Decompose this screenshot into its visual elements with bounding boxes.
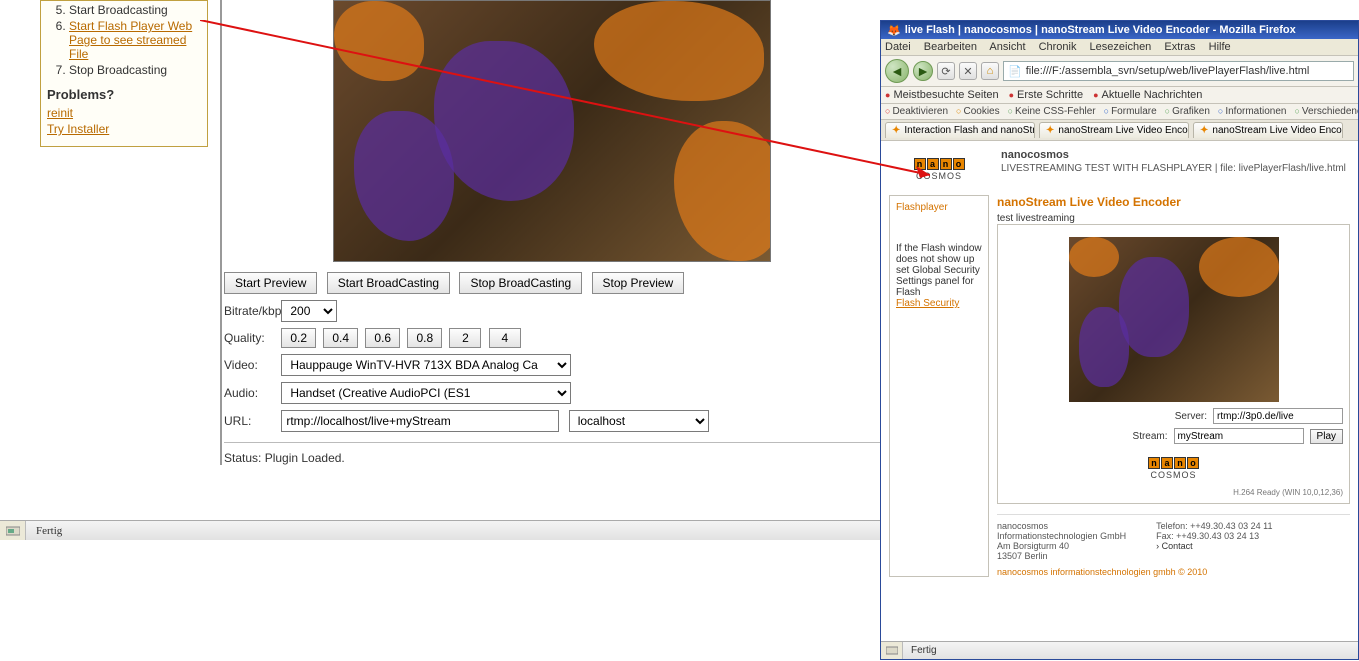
devtool-item[interactable]: Formulare [1104, 106, 1157, 117]
quality-button[interactable]: 0.4 [323, 328, 358, 348]
page-tagline: LIVESTREAMING TEST WITH FLASHPLAYER | fi… [1001, 163, 1346, 174]
server-input[interactable] [1213, 408, 1343, 424]
menu-item[interactable]: Bearbeiten [924, 41, 977, 53]
flash-video [1069, 237, 1279, 402]
browser-tab[interactable]: ✦nanoStream Live Video Encoder Test …× [1039, 122, 1189, 138]
nav-toolbar: ◄ ► ⟳ ✕ ⌂ 📄 file:///F:/assembla_svn/setu… [881, 56, 1358, 87]
devtool-item[interactable]: Keine CSS-Fehler [1008, 106, 1096, 117]
host-select[interactable]: localhost [569, 410, 709, 432]
status-text: Status: Plugin Loaded. [224, 442, 880, 465]
left-statusbar: Fertig [0, 520, 880, 540]
side-text: If the Flash window does not show up set… [896, 243, 982, 298]
devtool-item[interactable]: Grafiken [1165, 106, 1210, 117]
player-box: Server: Stream: Play nano COSMOS H.264 R [997, 224, 1350, 504]
video-select[interactable]: Hauppauge WinTV-HVR 713X BDA Analog Ca [281, 354, 571, 376]
test-line: test livestreaming [997, 213, 1350, 224]
server-label: Server: [1161, 411, 1207, 422]
brand-title: nanocosmos [1001, 149, 1346, 161]
bookmark-item[interactable]: Aktuelle Nachrichten [1093, 89, 1202, 101]
reinit-link[interactable]: reinit [47, 106, 201, 120]
webdev-toolbar: Deaktivieren Cookies Keine CSS-Fehler Fo… [881, 104, 1358, 120]
firefox-window: 🦊 live Flash | nanocosmos | nanoStream L… [880, 20, 1359, 660]
statusbar-icon [881, 642, 903, 659]
stop-broadcast-button[interactable]: Stop BroadCasting [459, 272, 582, 294]
menu-item[interactable]: Chronik [1039, 41, 1077, 53]
quality-button[interactable]: 0.8 [407, 328, 442, 348]
bitrate-label: Bitrate/kbps: [224, 304, 278, 318]
instructions-sidebar: Start Broadcasting Start Flash Player We… [40, 0, 208, 147]
nanocosmos-logo-small: nano COSMOS H.264 Ready (WIN 10,0,12,36) [1004, 448, 1343, 497]
firefox-icon: 🦊 [887, 24, 901, 37]
side-title: Flashplayer [896, 202, 982, 213]
quality-button[interactable]: 0.2 [281, 328, 316, 348]
forward-button[interactable]: ► [913, 61, 933, 81]
menu-item[interactable]: Ansicht [989, 41, 1025, 53]
nanocosmos-logo: nano COSMOS [889, 149, 989, 189]
stream-label: Stream: [1122, 431, 1168, 442]
devtool-item[interactable]: Informationen [1218, 106, 1287, 117]
flash-page-link[interactable]: Start Flash Player Web Page to see strea… [69, 19, 192, 61]
play-button[interactable]: Play [1310, 429, 1343, 444]
step-item: Start Flash Player Web Page to see strea… [69, 19, 201, 61]
quality-button[interactable]: 2 [449, 328, 481, 348]
bookmark-item[interactable]: Meistbesuchte Seiten [885, 89, 999, 101]
statusbar-text: Fertig [903, 645, 937, 656]
stop-button[interactable]: ✕ [959, 62, 977, 80]
stream-input[interactable] [1174, 428, 1304, 444]
video-preview [333, 0, 771, 262]
quality-label: Quality: [224, 331, 278, 345]
statusbar-icon [0, 521, 26, 540]
contact-link[interactable]: › Contact [1156, 541, 1193, 551]
firefox-statusbar: Fertig [881, 641, 1358, 659]
menu-item[interactable]: Datei [885, 41, 911, 53]
quality-button[interactable]: 4 [489, 328, 521, 348]
footer: nanocosmos Informationstechnologien GmbH… [997, 514, 1350, 561]
start-preview-button[interactable]: Start Preview [224, 272, 317, 294]
problems-heading: Problems? [47, 87, 201, 102]
copyright: nanocosmos informationstechnologien gmbh… [997, 567, 1350, 577]
devtool-item[interactable]: Cookies [956, 106, 1000, 117]
quality-button[interactable]: 0.6 [365, 328, 400, 348]
stop-preview-button[interactable]: Stop Preview [592, 272, 685, 294]
menu-item[interactable]: Lesezeichen [1090, 41, 1152, 53]
window-titlebar: 🦊 live Flash | nanocosmos | nanoStream L… [881, 21, 1358, 39]
menu-item[interactable]: Extras [1164, 41, 1195, 53]
audio-select[interactable]: Handset (Creative AudioPCI (ES1 [281, 382, 571, 404]
bookmarks-toolbar: Meistbesuchte Seiten Erste Schritte Aktu… [881, 87, 1358, 104]
encoder-panel: Start Preview Start BroadCasting Stop Br… [220, 0, 880, 465]
url-label: URL: [224, 414, 278, 428]
side-panel: Flashplayer If the Flash window does not… [889, 195, 989, 577]
step-item: Stop Broadcasting [69, 63, 201, 77]
back-button[interactable]: ◄ [885, 59, 909, 83]
flash-security-link[interactable]: Flash Security [896, 298, 959, 309]
bitrate-select[interactable]: 200 [281, 300, 337, 322]
browser-tab[interactable]: ✦Interaction Flash and nanoStream vi…× [885, 122, 1035, 138]
audio-label: Audio: [224, 386, 278, 400]
reload-button[interactable]: ⟳ [937, 62, 955, 80]
try-installer-link[interactable]: Try Installer [47, 122, 201, 136]
video-label: Video: [224, 358, 278, 372]
url-input[interactable] [281, 410, 559, 432]
bookmark-item[interactable]: Erste Schritte [1009, 89, 1083, 101]
home-button[interactable]: ⌂ [981, 62, 999, 80]
devtool-item[interactable]: Verschiedenes [1294, 106, 1358, 117]
url-bar[interactable]: 📄 file:///F:/assembla_svn/setup/web/live… [1003, 61, 1354, 81]
start-broadcast-button[interactable]: Start BroadCasting [327, 272, 450, 294]
menu-bar: Datei Bearbeiten Ansicht Chronik Lesezei… [881, 39, 1358, 56]
browser-tab[interactable]: ✦nanoStream Live Video Encoder 3D-T…× [1193, 122, 1343, 138]
statusbar-text: Fertig [26, 525, 62, 537]
menu-item[interactable]: Hilfe [1209, 41, 1231, 53]
devtool-item[interactable]: Deaktivieren [885, 106, 948, 117]
page-icon: 📄 [1008, 65, 1022, 78]
page-content: nano COSMOS nanocosmos LIVESTREAMING TES… [881, 141, 1358, 641]
content-heading: nanoStream Live Video Encoder [997, 195, 1350, 209]
tab-bar: ✦Interaction Flash and nanoStream vi…× ✦… [881, 120, 1358, 141]
step-item: Start Broadcasting [69, 3, 201, 17]
